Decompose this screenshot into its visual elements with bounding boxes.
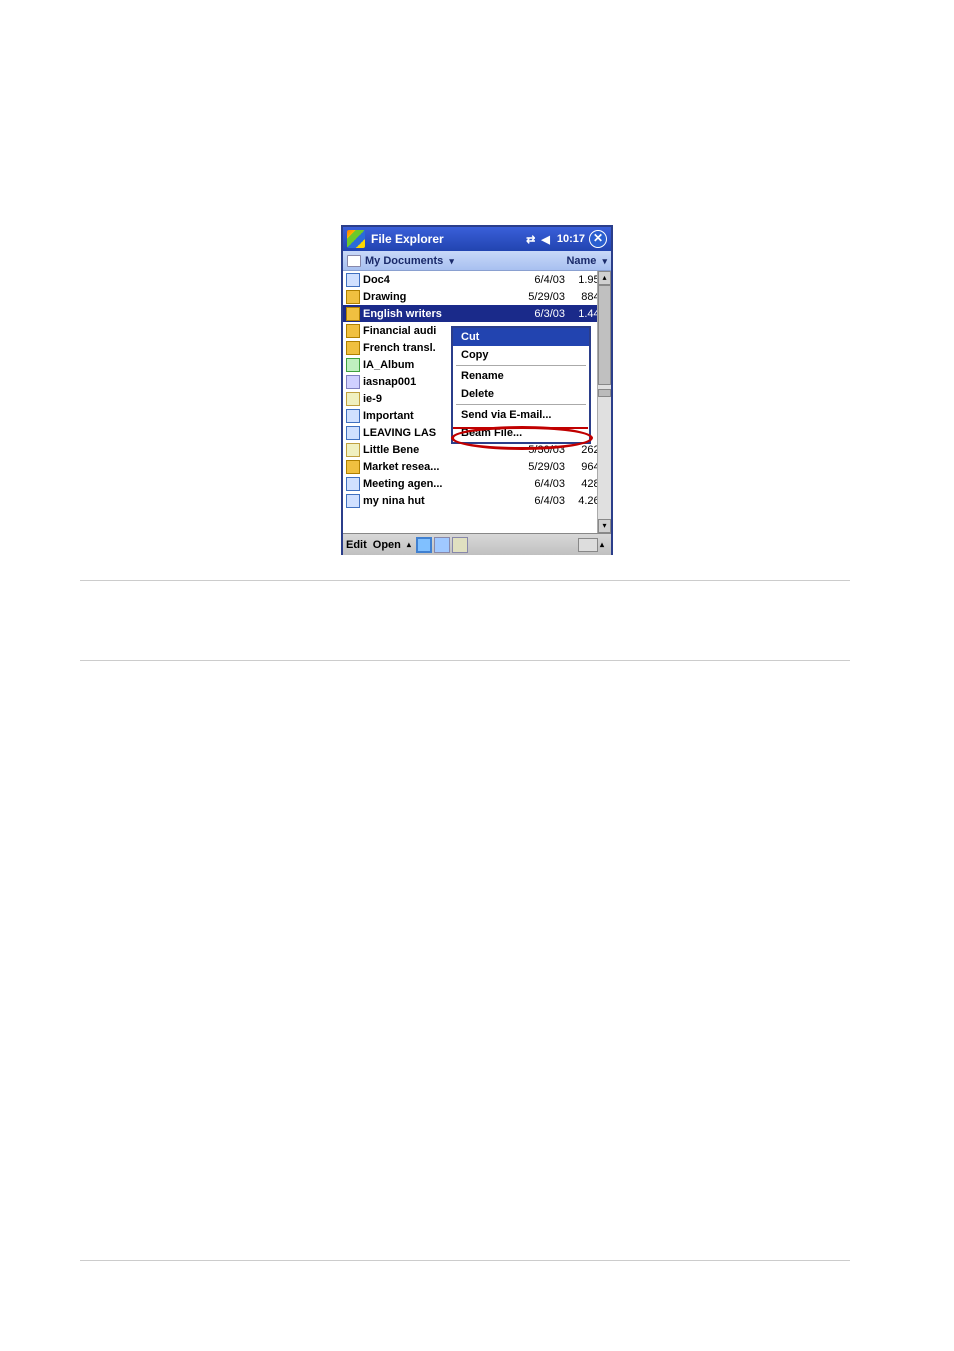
folder-icon — [347, 255, 361, 267]
file-row[interactable]: Doc46/4/031.95K — [343, 271, 611, 288]
folder-file-icon — [346, 307, 360, 321]
annotation-red-circle — [451, 426, 593, 450]
folder-file-icon — [346, 290, 360, 304]
file-row[interactable]: English writers6/3/031.44K — [343, 305, 611, 322]
sound-icon[interactable]: ◀ — [541, 233, 549, 246]
scroll-mark — [598, 389, 611, 397]
folder-file-icon — [346, 460, 360, 474]
file-row[interactable]: my nina hut6/4/034.26K — [343, 492, 611, 509]
menu-separator — [456, 365, 586, 366]
open-menu[interactable]: Open — [373, 539, 401, 551]
scroll-down-button[interactable]: ▾ — [598, 519, 611, 533]
file-date: 6/3/03 — [513, 308, 571, 320]
toolbar-icon-2[interactable] — [434, 537, 450, 553]
page-separator — [80, 1260, 850, 1261]
file-date: 6/4/03 — [513, 495, 571, 507]
toolbar-network-icon[interactable] — [452, 537, 468, 553]
sort-dropdown[interactable]: Name ▾ — [566, 255, 607, 267]
bottom-toolbar: Edit Open ▴ ▴ — [343, 533, 611, 555]
app-title: File Explorer — [371, 232, 444, 246]
current-folder-label: My Documents — [365, 255, 443, 267]
start-icon[interactable] — [347, 230, 365, 248]
file-date: 5/29/03 — [513, 461, 571, 473]
note-file-icon — [346, 443, 360, 457]
chevron-up-icon[interactable]: ▴ — [407, 540, 411, 549]
keyboard-icon[interactable] — [578, 538, 598, 552]
connectivity-icon[interactable]: ⇄ — [526, 233, 535, 246]
menu-item-rename[interactable]: Rename — [453, 367, 589, 385]
snap-file-icon — [346, 375, 360, 389]
scroll-up-button[interactable]: ▴ — [598, 271, 611, 285]
word-file-icon — [346, 273, 360, 287]
edit-menu[interactable]: Edit — [346, 539, 367, 551]
menu-separator — [456, 404, 586, 405]
sort-label: Name — [566, 255, 596, 267]
page-separator — [80, 580, 850, 581]
file-name: my nina hut — [363, 495, 513, 507]
folder-file-icon — [346, 324, 360, 338]
current-folder-dropdown[interactable]: My Documents ▾ — [365, 255, 454, 267]
chevron-down-icon: ▾ — [449, 256, 454, 266]
file-row[interactable]: Market resea...5/29/03964B — [343, 458, 611, 475]
file-list[interactable]: Doc46/4/031.95KDrawing5/29/03884BEnglish… — [343, 271, 611, 533]
clock[interactable]: 10:17 — [557, 233, 585, 245]
word-file-icon — [346, 409, 360, 423]
file-date: 5/29/03 — [513, 291, 571, 303]
file-row[interactable]: Meeting agen...6/4/03428B — [343, 475, 611, 492]
chevron-down-icon: ▾ — [602, 256, 607, 266]
file-name: Meeting agen... — [363, 478, 513, 490]
file-row[interactable]: Drawing5/29/03884B — [343, 288, 611, 305]
file-explorer-window: File Explorer ⇄ ◀ 10:17 ✕ My Documents ▾… — [341, 225, 613, 555]
word-file-icon — [346, 477, 360, 491]
file-date: 6/4/03 — [513, 274, 571, 286]
word-file-icon — [346, 426, 360, 440]
menu-item-copy[interactable]: Copy — [453, 346, 589, 364]
note-file-icon — [346, 392, 360, 406]
file-name: English writers — [363, 308, 513, 320]
menu-item-delete[interactable]: Delete — [453, 385, 589, 403]
page-separator — [80, 660, 850, 661]
file-date: 6/4/03 — [513, 478, 571, 490]
location-bar: My Documents ▾ Name ▾ — [343, 251, 611, 271]
chevron-up-icon[interactable]: ▴ — [600, 540, 604, 549]
file-name: Doc4 — [363, 274, 513, 286]
word-file-icon — [346, 494, 360, 508]
close-button[interactable]: ✕ — [589, 230, 607, 248]
file-name: Drawing — [363, 291, 513, 303]
scroll-thumb[interactable] — [598, 285, 611, 385]
scrollbar[interactable]: ▴ ▾ — [597, 271, 611, 533]
image-file-icon — [346, 358, 360, 372]
file-name: Market resea... — [363, 461, 513, 473]
toolbar-icon-1[interactable] — [416, 537, 432, 553]
titlebar: File Explorer ⇄ ◀ 10:17 ✕ — [343, 227, 611, 251]
menu-item-cut[interactable]: Cut — [453, 328, 589, 346]
folder-file-icon — [346, 341, 360, 355]
